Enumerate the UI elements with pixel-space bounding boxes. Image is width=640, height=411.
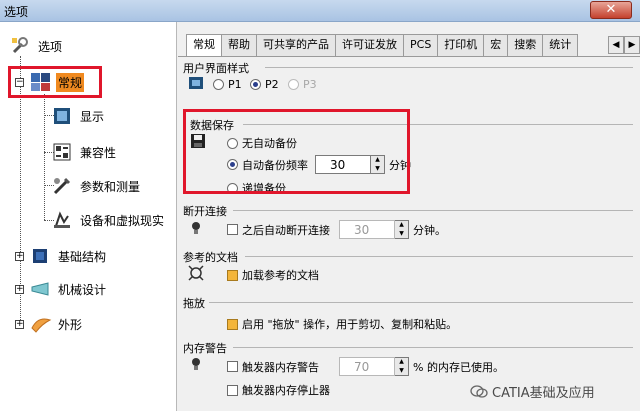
compatibility-icon	[52, 142, 72, 162]
options-content: 常规 帮助 可共享的产品 许可证发放 PCS 打印机 宏 搜索 统计 ◀ ▶ 用…	[178, 22, 640, 411]
section-title: 用户界面样式	[183, 62, 249, 75]
auto-disconnect-value: 30	[339, 220, 395, 239]
tree-item-label: 机械设计	[58, 282, 107, 297]
auto-disconnect-checkbox[interactable]	[227, 224, 238, 235]
shape-icon	[30, 314, 52, 334]
referenced-docs-section: 参考的文档 加载参考的文档	[183, 249, 633, 289]
section-title: 断开连接	[183, 205, 227, 218]
parameters-icon	[52, 176, 72, 196]
tab-scroll-right-button[interactable]: ▶	[624, 36, 640, 54]
tab-search[interactable]: 搜索	[507, 34, 544, 56]
ui-style-p1-radio[interactable]	[213, 79, 224, 90]
highlight-box	[183, 109, 410, 194]
memory-warning-checkbox[interactable]	[227, 361, 238, 372]
memory-warning-value: 70	[339, 357, 395, 376]
tree-item-infrastructure[interactable]: 基础结构	[30, 246, 108, 266]
memory-warning-unit: % 的内存已使用。	[413, 360, 504, 374]
close-button[interactable]: ✕	[590, 1, 632, 19]
watermark: CATIA基础及应用	[470, 382, 595, 401]
ui-style-section: 用户界面样式 P1 P2 P3	[183, 60, 633, 100]
lightbulb-icon	[188, 220, 204, 236]
enable-drag-drop-checkbox[interactable]	[227, 318, 238, 330]
tree-item-label: 设备和虚拟现实	[80, 213, 165, 228]
tab-licensing[interactable]: 许可证发放	[335, 34, 404, 56]
memory-warning-option[interactable]: 触发器内存警告 70 ▲ ▼ % 的内存已使用。	[227, 357, 504, 376]
ui-style-p2[interactable]: P2	[250, 78, 279, 91]
tab-statistics[interactable]: 统计	[542, 34, 579, 56]
tree-item-mechanical-design[interactable]: 机械设计	[30, 279, 108, 299]
devices-icon	[52, 210, 72, 230]
tree-item-label: 显示	[80, 109, 105, 124]
tab-printers[interactable]: 打印机	[437, 34, 485, 56]
section-title: 参考的文档	[183, 251, 238, 264]
display-icon	[52, 106, 72, 126]
options-tree: 选项 − 常规 显示 兼容性 参数和测量 设备和虚拟现实 + 基础结构 + 机械…	[0, 22, 177, 411]
tab-macros[interactable]: 宏	[483, 34, 509, 56]
decrement-button: ▼	[399, 366, 404, 374]
title-bar: 选项 ✕	[0, 0, 640, 22]
referenced-docs-icon	[188, 265, 204, 281]
tab-scroll: ◀ ▶	[608, 36, 640, 54]
tree-item-compatibility[interactable]: 兼容性	[52, 142, 118, 162]
ui-style-p3: P3	[288, 78, 317, 91]
disconnect-section: 断开连接 之后自动断开连接 30 ▲ ▼ 分钟。	[183, 203, 633, 243]
increment-button: ▲	[399, 221, 404, 228]
watermark-text: CATIA基础及应用	[492, 386, 595, 401]
tree-item-label: 参数和测量	[80, 179, 141, 194]
tree-item-devices[interactable]: 设备和虚拟现实	[52, 210, 166, 230]
auto-disconnect-stepper: 30 ▲ ▼	[339, 220, 409, 239]
mechanical-design-icon	[30, 279, 50, 299]
tree-item-label: 外形	[58, 317, 83, 332]
tab-scroll-left-button[interactable]: ◀	[608, 36, 624, 54]
highlight-box	[8, 66, 102, 98]
decrement-button: ▼	[399, 229, 404, 237]
memory-warning-stepper: 70 ▲ ▼	[339, 357, 409, 376]
increment-button: ▲	[399, 358, 404, 365]
tab-bar: 常规 帮助 可共享的产品 许可证发放 PCS 打印机 宏 搜索 统计	[186, 34, 579, 57]
auto-disconnect-option[interactable]: 之后自动断开连接 30 ▲ ▼ 分钟。	[227, 220, 446, 239]
tree-item-parameters[interactable]: 参数和测量	[52, 176, 142, 196]
expand-toggle[interactable]: +	[15, 285, 24, 294]
tab-help[interactable]: 帮助	[221, 34, 257, 56]
enable-drag-drop-option[interactable]: 启用 "拖放" 操作，用于剪切、复制和粘贴。	[227, 316, 457, 332]
ui-style-p2-radio[interactable]	[250, 79, 261, 90]
load-referenced-docs-option[interactable]: 加载参考的文档	[227, 267, 319, 283]
ui-style-p1[interactable]: P1	[213, 78, 242, 91]
tree-item-label: 基础结构	[58, 249, 107, 264]
options-icon	[10, 36, 30, 56]
memory-stopper-checkbox[interactable]	[227, 384, 238, 396]
tree-item-options[interactable]: 选项	[10, 36, 64, 56]
tab-general[interactable]: 常规	[186, 34, 222, 57]
auto-disconnect-unit: 分钟。	[413, 223, 446, 237]
tree-item-display[interactable]: 显示	[52, 106, 106, 126]
section-title: 内存警告	[183, 342, 227, 355]
tree-item-shape[interactable]: 外形	[30, 314, 84, 334]
wechat-icon	[470, 384, 488, 399]
tree-item-label: 选项	[38, 39, 63, 54]
memory-stopper-option[interactable]: 触发器内存停止器	[227, 382, 330, 398]
window-title: 选项	[4, 5, 29, 19]
general-pane: 用户界面样式 P1 P2 P3 数据保存 无自动备份 自动备份频率 30 ▲ ▼…	[178, 56, 640, 411]
ui-style-p3-radio	[288, 79, 299, 90]
drag-drop-section: 拖放 启用 "拖放" 操作，用于剪切、复制和粘贴。	[183, 295, 633, 335]
load-referenced-docs-checkbox[interactable]	[227, 269, 238, 281]
tab-pcs[interactable]: PCS	[403, 34, 439, 56]
ui-style-icon	[188, 75, 204, 91]
expand-toggle[interactable]: +	[15, 252, 24, 261]
section-title: 拖放	[183, 297, 205, 310]
lightbulb-icon	[188, 356, 204, 372]
tree-item-label: 兼容性	[80, 145, 117, 160]
tab-shareable-products[interactable]: 可共享的产品	[256, 34, 336, 56]
infrastructure-icon	[30, 246, 50, 266]
expand-toggle[interactable]: +	[15, 320, 24, 329]
